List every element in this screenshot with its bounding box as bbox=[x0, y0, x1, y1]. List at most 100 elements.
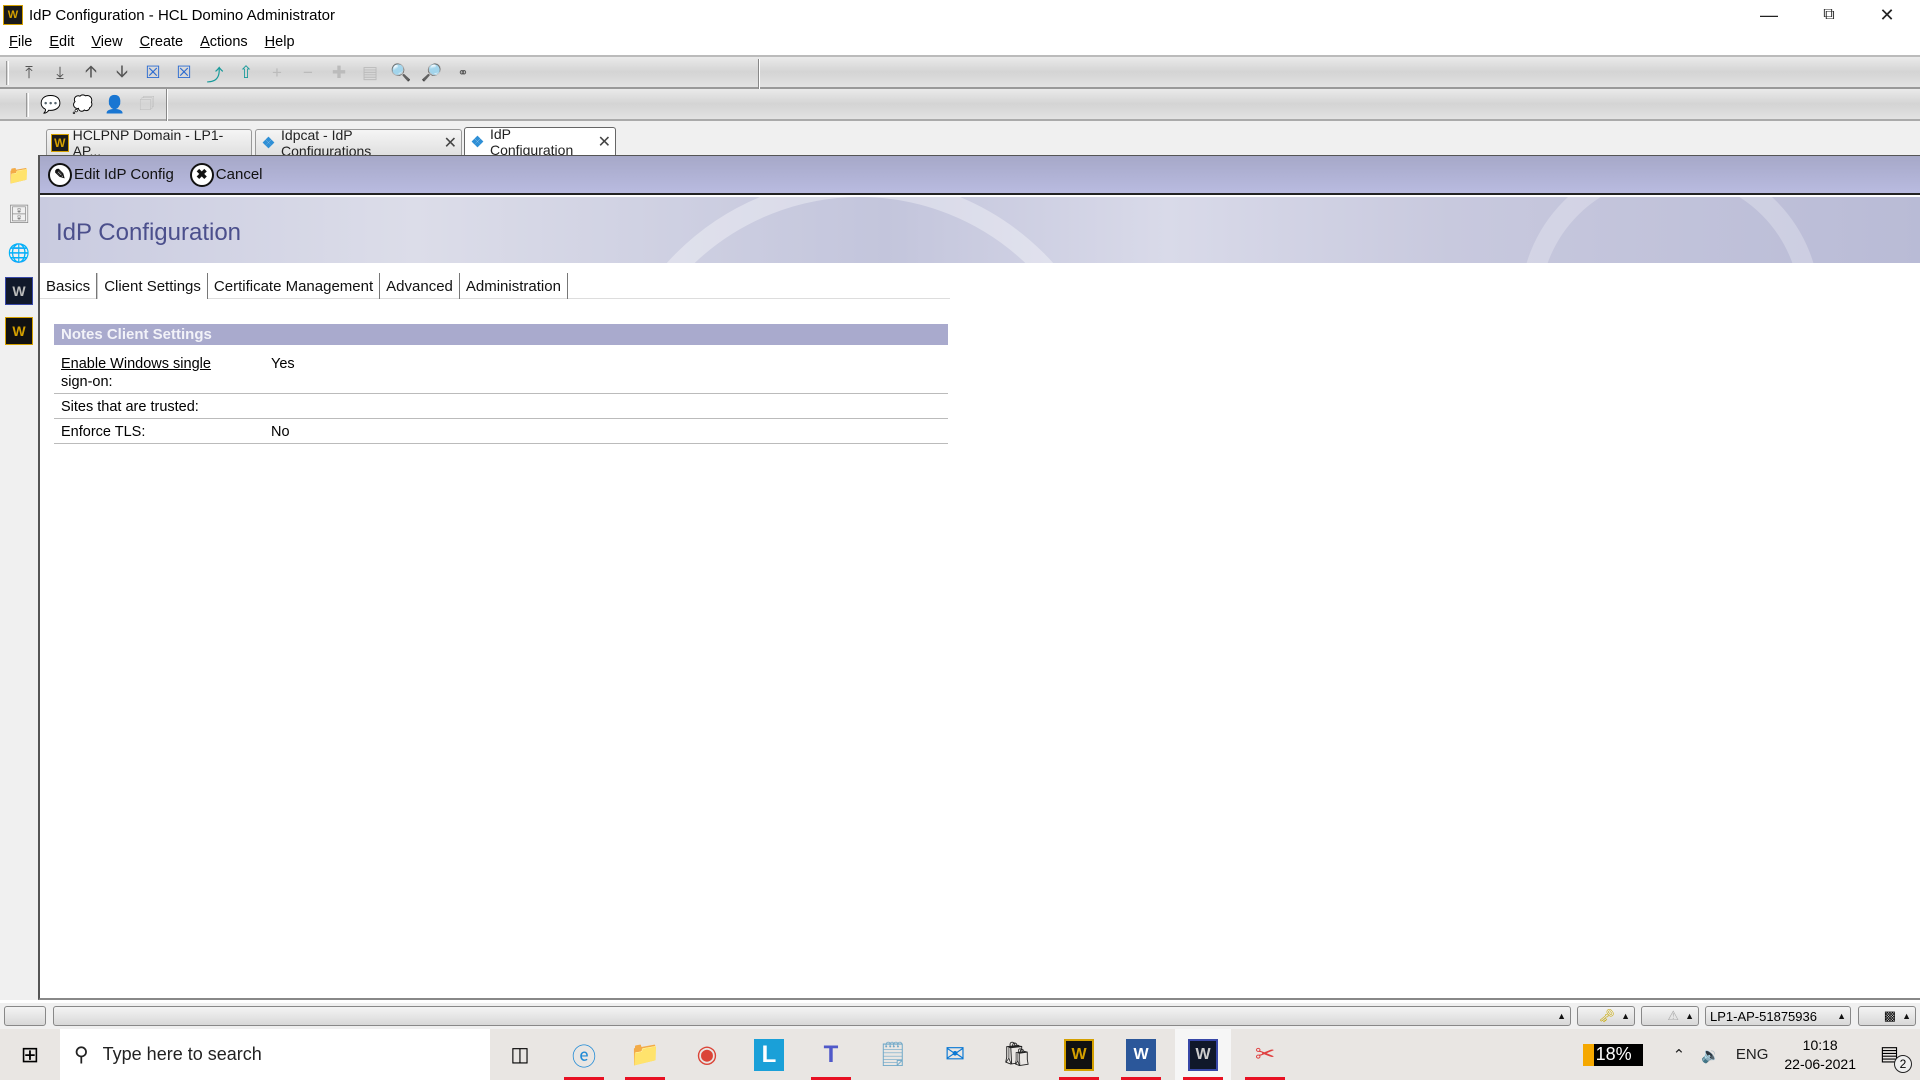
notification-count: 2 bbox=[1894, 1054, 1912, 1073]
tab-idpcat[interactable]: ❖ Idpcat - IdP Configurations ✕ bbox=[255, 127, 462, 159]
next-unread-icon[interactable]: ☒ bbox=[142, 63, 164, 83]
cancel-button[interactable]: ✖ Cancel bbox=[189, 162, 263, 187]
tab-administration[interactable]: Administration bbox=[460, 273, 568, 299]
contact-card-icon[interactable]: 🗇 bbox=[136, 94, 158, 115]
volume-icon[interactable]: 🔉 bbox=[1701, 1046, 1720, 1064]
snipping-tool-taskbar-button[interactable]: ✂ bbox=[1237, 1029, 1293, 1080]
chrome-taskbar-button[interactable]: ◉ bbox=[679, 1029, 735, 1080]
tab-advanced[interactable]: Advanced bbox=[380, 273, 460, 299]
previous-unread-icon[interactable]: ☒ bbox=[173, 63, 195, 83]
caret-up-icon: ▲ bbox=[1557, 1011, 1566, 1021]
cancel-x-icon: ✖ bbox=[189, 162, 214, 187]
location-box[interactable]: LP1-AP-51875936 ▲ bbox=[1705, 1006, 1851, 1026]
domino-designer-icon[interactable]: W bbox=[5, 317, 33, 345]
task-view-button[interactable]: ◫ bbox=[492, 1029, 548, 1080]
word-taskbar-button[interactable]: W bbox=[1113, 1029, 1169, 1080]
minimize-button[interactable]: — bbox=[1740, 0, 1798, 30]
expand-all-icon[interactable]: ✚ bbox=[328, 63, 350, 83]
tab-domain[interactable]: W HCLPNP Domain - LP1-AP... bbox=[46, 127, 252, 159]
toolbar-grip[interactable] bbox=[6, 61, 9, 85]
store-icon: 🛍 bbox=[1001, 1041, 1033, 1068]
close-tab-icon[interactable]: ✕ bbox=[444, 133, 457, 153]
menu-file[interactable]: File bbox=[9, 34, 32, 50]
status-bar: ▲ 🗝 ▲ ⚠ ▲ LP1-AP-51875936 ▲ ▩ ▲ bbox=[0, 1003, 1920, 1029]
inbox-icon: ▩ bbox=[1883, 1008, 1897, 1023]
domino-admin-icon[interactable]: W bbox=[5, 277, 33, 305]
menu-view[interactable]: View bbox=[91, 34, 122, 50]
menu-create[interactable]: Create bbox=[140, 34, 184, 50]
mail-taskbar-button[interactable]: ✉ bbox=[927, 1029, 983, 1080]
move-up-icon[interactable]: 🡩 bbox=[80, 62, 102, 83]
domino-admin-taskbar-button[interactable]: W bbox=[1175, 1029, 1231, 1080]
tab-basics[interactable]: Basics bbox=[40, 273, 98, 299]
add-contact-icon[interactable]: 👤 bbox=[104, 95, 126, 115]
notes-client-settings-section: Notes Client Settings Enable Windows sin… bbox=[54, 324, 948, 444]
lync-taskbar-button[interactable]: L bbox=[741, 1029, 797, 1080]
field-row: Enable Windows single sign-on: Yes bbox=[54, 345, 948, 394]
minimize-icon: — bbox=[1760, 4, 1778, 25]
link-icon[interactable]: ⚭ bbox=[452, 63, 474, 83]
go-to-main-icon[interactable]: ⇧ bbox=[235, 63, 257, 83]
teams-taskbar-button[interactable]: T bbox=[803, 1029, 859, 1080]
form-tabs: Basics Client Settings Certificate Manag… bbox=[40, 273, 950, 299]
bookmarks-folder-icon[interactable]: 📁 bbox=[5, 161, 33, 189]
tab-certificate-management[interactable]: Certificate Management bbox=[208, 273, 381, 299]
online-status-box[interactable]: ⚠ ▲ bbox=[1641, 1006, 1699, 1026]
notepad-icon: 🗒 bbox=[877, 1041, 909, 1068]
toolbar-divider bbox=[758, 59, 760, 89]
menu-actions[interactable]: Actions bbox=[200, 34, 248, 50]
tab-client-settings[interactable]: Client Settings bbox=[97, 273, 208, 299]
field-help-link[interactable]: Enable Windows single bbox=[61, 356, 211, 372]
move-down-icon[interactable]: 🡫 bbox=[111, 62, 133, 83]
replication-box[interactable]: ▩ ▲ bbox=[1858, 1006, 1916, 1026]
move-to-bottom-icon[interactable]: ⤓ bbox=[49, 63, 71, 83]
field-label: Enable Windows single sign-on: bbox=[61, 355, 271, 391]
notification-center-button[interactable]: ▤ 2 bbox=[1880, 1041, 1912, 1073]
field-label: Enforce TLS: bbox=[61, 424, 146, 440]
tab-idp-configuration[interactable]: ❖ IdP Configuration ✕ bbox=[464, 126, 616, 158]
close-tab-icon[interactable]: ✕ bbox=[598, 132, 611, 152]
teams-icon: T bbox=[823, 1040, 839, 1068]
chrome-icon: ◉ bbox=[696, 1041, 718, 1068]
battery-percent: 18% bbox=[1595, 1044, 1632, 1064]
field-label: Sites that are trusted: bbox=[61, 399, 199, 415]
clock-time: 10:18 bbox=[1802, 1036, 1838, 1053]
notepad-taskbar-button[interactable]: 🗒 bbox=[865, 1029, 921, 1080]
search-view-icon[interactable]: 🔍 bbox=[390, 63, 412, 83]
banner-gear-graphic bbox=[600, 197, 1120, 263]
edge-taskbar-button[interactable]: ⓔ bbox=[556, 1029, 612, 1080]
chat-icon[interactable]: 💬 bbox=[40, 95, 62, 115]
web-page-icon[interactable]: 🌐 bbox=[5, 239, 33, 267]
close-button[interactable]: ✕ bbox=[1858, 0, 1916, 30]
collapse-all-icon[interactable]: ▤ bbox=[359, 63, 381, 83]
search-icon[interactable]: 🔎 bbox=[421, 63, 443, 83]
taskbar-search[interactable]: ⚲ Type here to search bbox=[60, 1029, 490, 1080]
domino-designer-taskbar-button[interactable]: W bbox=[1051, 1029, 1107, 1080]
show-hidden-icons-icon[interactable]: ⌃ bbox=[1673, 1046, 1686, 1064]
menu-edit[interactable]: Edit bbox=[49, 34, 74, 50]
clock[interactable]: 10:18 22-06-2021 bbox=[1784, 1036, 1856, 1074]
title-bar: W IdP Configuration - HCL Domino Adminis… bbox=[0, 0, 1920, 30]
edit-idp-config-button[interactable]: ✎ Edit IdP Config bbox=[48, 162, 174, 187]
restore-button[interactable]: ⧉ bbox=[1800, 0, 1858, 30]
domino-app-icon: W bbox=[3, 5, 23, 25]
store-taskbar-button[interactable]: 🛍 bbox=[989, 1029, 1045, 1080]
document-tabs: W HCLPNP Domain - LP1-AP... ❖ Idpcat - I… bbox=[0, 121, 1920, 159]
move-to-top-icon[interactable]: ⤒ bbox=[18, 63, 40, 83]
go-to-parent-icon[interactable]: ⤴ bbox=[204, 63, 226, 85]
toolbar-grip[interactable] bbox=[26, 93, 29, 117]
expand-icon[interactable]: + bbox=[266, 63, 288, 83]
status-box[interactable] bbox=[4, 1006, 46, 1026]
file-explorer-taskbar-button[interactable]: 📁 bbox=[617, 1029, 673, 1080]
collapse-icon[interactable]: − bbox=[297, 63, 319, 83]
location-label: LP1-AP-51875936 bbox=[1710, 1008, 1817, 1024]
server-icon[interactable]: 🗄 bbox=[5, 200, 33, 228]
battery-indicator[interactable]: 18% bbox=[1582, 1043, 1643, 1066]
menu-help[interactable]: Help bbox=[265, 34, 295, 50]
security-box[interactable]: 🗝 ▲ bbox=[1577, 1006, 1635, 1026]
group-chat-icon[interactable]: 💭 bbox=[72, 95, 94, 115]
language-indicator[interactable]: ENG bbox=[1736, 1046, 1769, 1063]
status-message-box[interactable]: ▲ bbox=[53, 1006, 1571, 1026]
banner-gear-graphic bbox=[1520, 197, 1820, 263]
start-button[interactable]: ⊞ bbox=[0, 1029, 60, 1080]
